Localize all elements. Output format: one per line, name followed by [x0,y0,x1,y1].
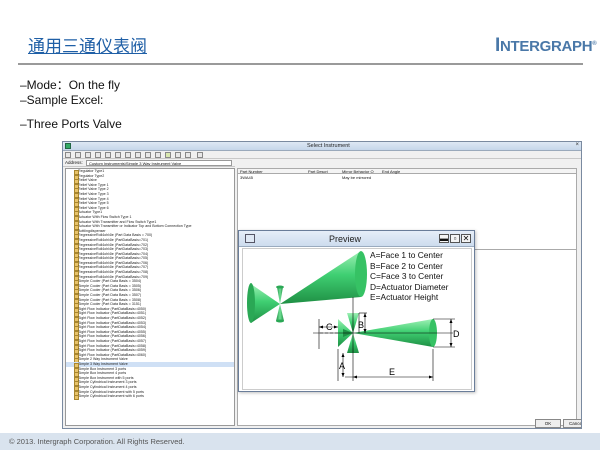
ok-button[interactable]: OK [535,419,561,428]
title-divider [18,63,583,65]
bullet-list: –Mode：On the fly –Sample Excel: –Three P… [20,78,122,132]
catalog-tree[interactable]: Regulator Type1 Regulator Type2 Relief Val… [65,168,235,426]
dim-label-a: A [339,361,345,371]
address-input[interactable]: Custom Instruments\Simple 3 Way Instrume… [86,160,232,166]
window-toolbar [63,151,581,159]
dimension-legend: A=Face 1 to Center B=Face 2 to Center C=… [370,250,448,303]
address-bar: Address: Custom Instruments\Simple 3 Way… [63,159,235,167]
restore-icon[interactable]: ▫ [450,234,460,243]
footer-copyright: © 2013. Intergraph Corporation. All Righ… [0,433,600,450]
dim-label-c: C [326,322,333,332]
preview-titlebar: Preview ▬ ▫ ✕ [239,231,474,247]
window-close-icon[interactable]: × [575,142,579,148]
tree-item[interactable]: Simple Cylindrical Instrument with 6 por… [66,394,234,400]
details-icon[interactable] [135,152,141,158]
legend-c: C=Face 3 to Center [370,271,444,282]
folder-icon[interactable] [95,152,101,158]
bullet-three-ports: –Three Ports Valve [20,117,122,131]
view-icon[interactable] [105,152,111,158]
slide-title: 通用三通仪表阀 [28,37,147,57]
legend-d: D=Actuator Diameter [370,281,449,292]
up-icon[interactable] [85,152,91,158]
address-label: Address: [65,160,83,165]
dim-label-d: D [453,329,460,339]
dim-label-e: E [389,367,395,377]
minimize-icon[interactable]: ▬ [439,234,449,243]
back-icon[interactable] [65,152,71,158]
intergraph-logo: INTERGRAPH® [495,35,597,56]
preview-canvas: B C D A E A=Face 1 to Center B=Face 2 to… [242,248,472,390]
table-row-mirror[interactable]: May be mirrored [342,175,371,180]
settings-icon[interactable] [175,152,181,158]
preview-title: Preview [329,234,362,244]
valve-3d-view [247,251,367,323]
preview-toggle-icon[interactable] [165,152,171,158]
bullet-mode: –Mode：On the fly [20,78,121,92]
app-icon [65,143,71,149]
refresh-icon[interactable] [155,152,161,158]
preview-window: Preview ▬ ▫ ✕ B C D A E A=Face 1 to Cent… [238,230,475,392]
bullet-sample: –Sample Excel: [20,93,104,107]
forward-icon[interactable] [75,152,81,158]
window-titlebar: Select Instrument × [63,142,581,151]
table-row-part-number[interactable]: 3WA45 [240,175,253,180]
close-icon[interactable]: ✕ [461,234,471,243]
grid-icon[interactable] [115,152,121,158]
filter-icon[interactable] [185,152,191,158]
dim-label-b: B [358,320,364,330]
window-title: Select Instrument [307,143,350,149]
help-icon[interactable] [197,152,203,158]
properties-icon[interactable] [145,152,151,158]
legend-a: A=Face 1 to Center [370,250,443,260]
preview-app-icon [245,234,255,243]
legend-e: E=Actuator Height [370,292,439,303]
cancel-button[interactable]: Cancel [563,419,581,428]
list-icon[interactable] [125,152,131,158]
slide: 通用三通仪表阀 INTERGRAPH® –Mode：On the fly –Sa… [0,0,600,450]
legend-b: B=Face 2 to Center [370,260,443,271]
